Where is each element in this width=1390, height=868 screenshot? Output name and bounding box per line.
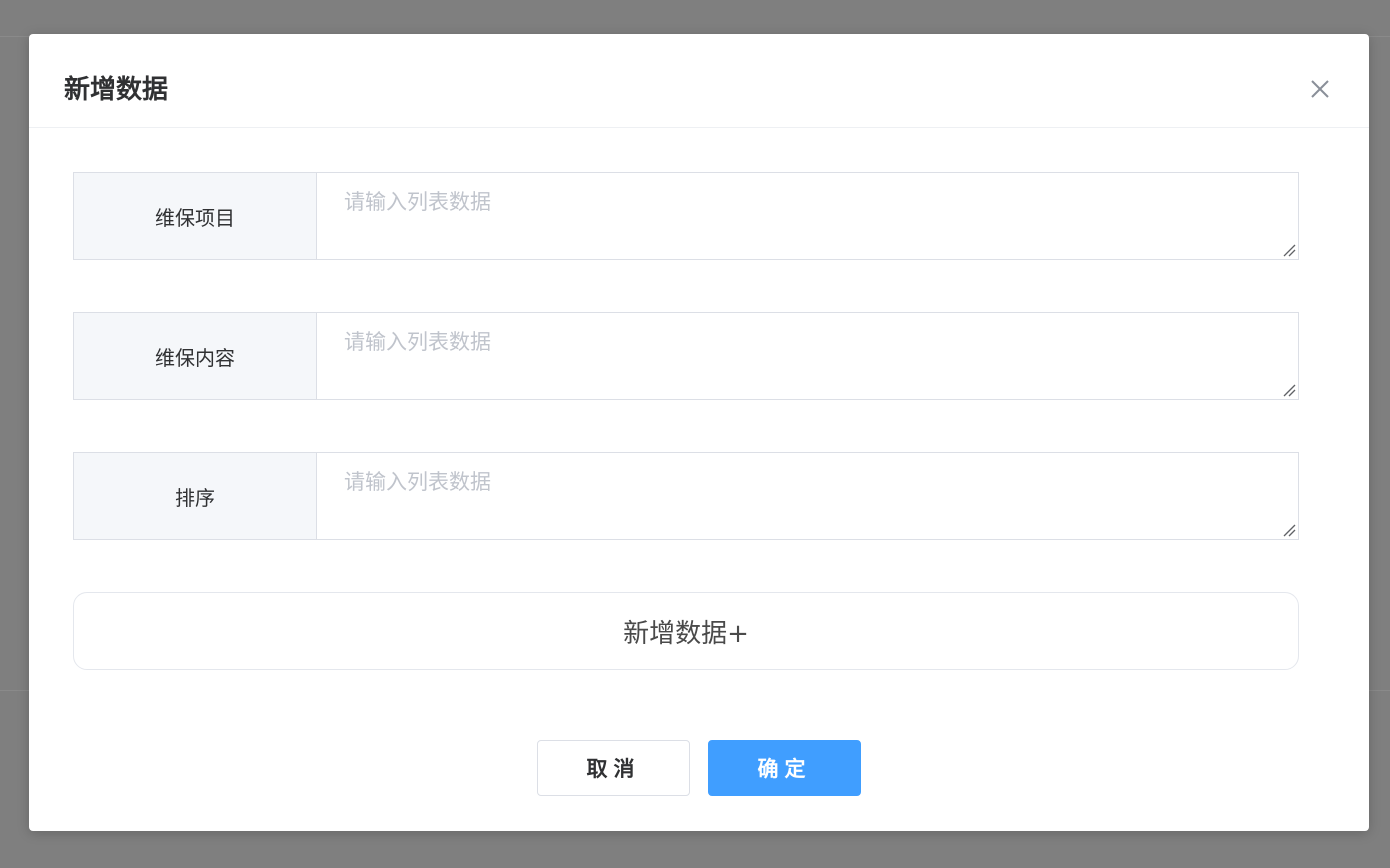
close-button[interactable]: [1307, 76, 1333, 102]
resize-handle-icon[interactable]: [1282, 523, 1296, 537]
form-row-maintenance-content: 维保内容: [73, 312, 1299, 400]
form-label: 维保项目: [74, 173, 317, 259]
add-data-row-button[interactable]: 新增数据+: [73, 592, 1299, 670]
form-row-maintenance-item: 维保项目: [73, 172, 1299, 260]
confirm-button[interactable]: 确定: [708, 740, 861, 796]
cancel-button[interactable]: 取消: [537, 740, 690, 796]
maintenance-item-textarea[interactable]: [317, 173, 1298, 259]
resize-handle-icon[interactable]: [1282, 243, 1296, 257]
maintenance-content-textarea[interactable]: [317, 313, 1298, 399]
form-row-sort-order: 排序: [73, 452, 1299, 540]
form-label: 排序: [74, 453, 317, 539]
sort-order-textarea[interactable]: [317, 453, 1298, 539]
add-data-dialog: 新增数据 维保项目 维保内容 排序: [29, 34, 1369, 831]
close-icon: [1311, 80, 1329, 98]
form-label: 维保内容: [74, 313, 317, 399]
dialog-title: 新增数据: [64, 75, 169, 105]
resize-handle-icon[interactable]: [1282, 383, 1296, 397]
dialog-header: 新增数据: [29, 34, 1369, 128]
